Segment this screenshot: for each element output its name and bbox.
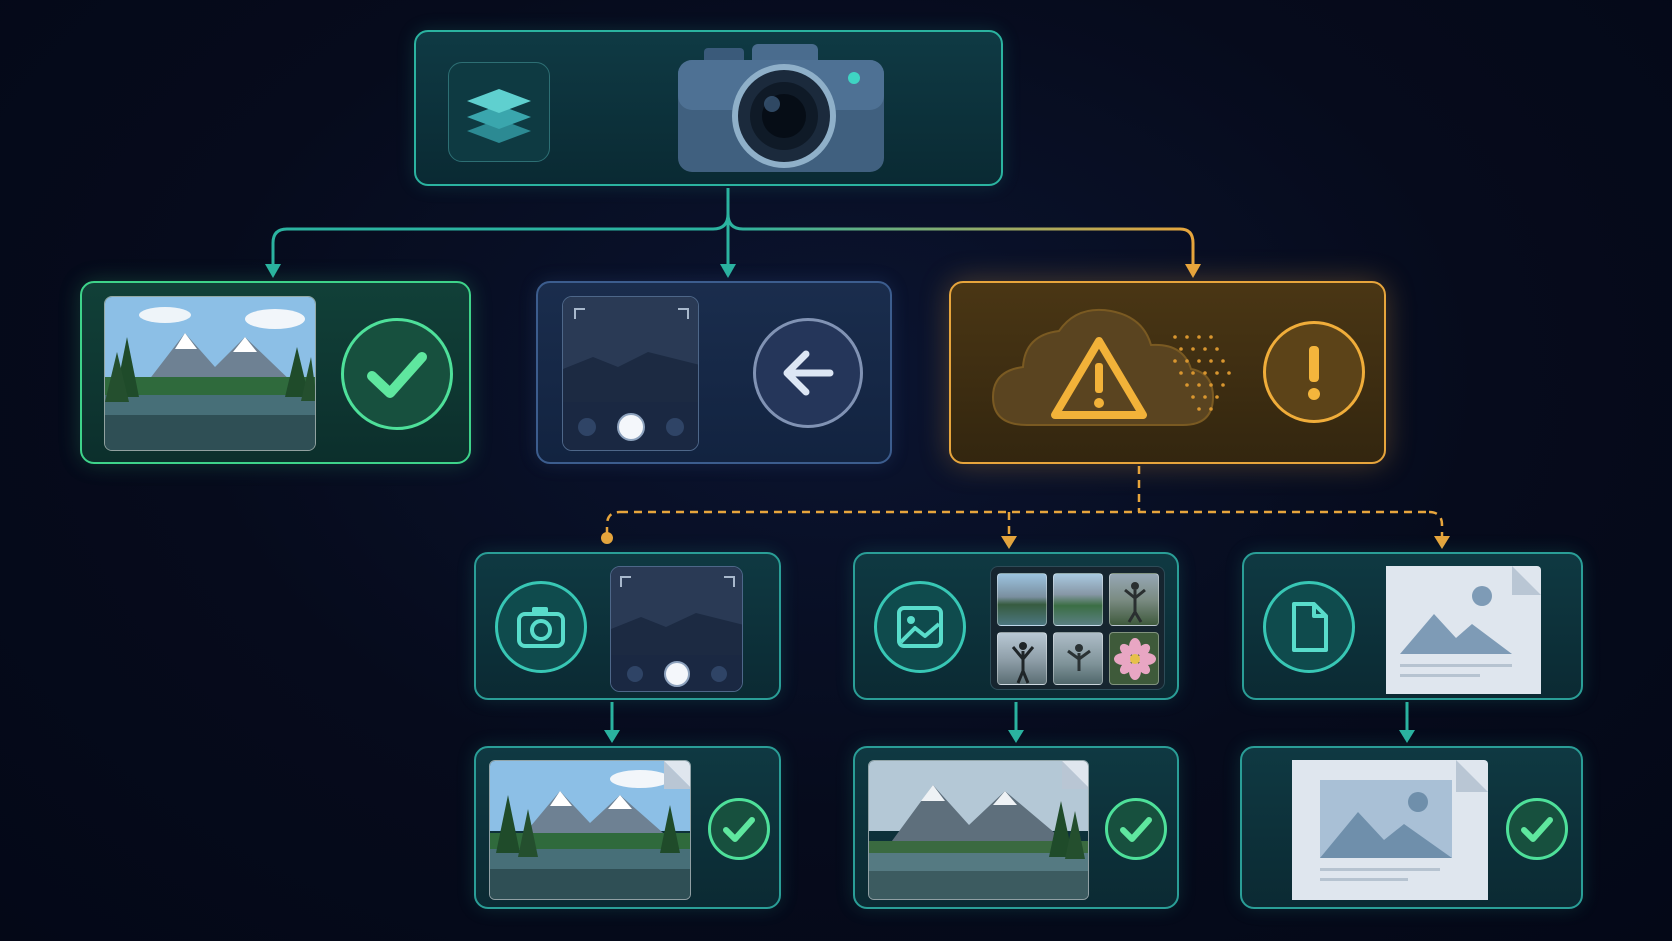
gallery-result-node bbox=[853, 746, 1179, 909]
check-icon bbox=[341, 318, 453, 430]
warning-node bbox=[949, 281, 1386, 464]
landscape-photo bbox=[104, 296, 316, 451]
photo-grid bbox=[990, 566, 1165, 690]
landscape-photo bbox=[868, 760, 1089, 900]
image-document bbox=[1292, 760, 1488, 900]
back-arrow-icon bbox=[753, 318, 863, 428]
camera-result-node bbox=[474, 746, 781, 909]
success-node bbox=[80, 281, 471, 464]
file-option-node[interactable] bbox=[1242, 552, 1583, 700]
camera-icon bbox=[495, 581, 587, 673]
file-icon bbox=[1263, 581, 1355, 673]
thumbnail bbox=[1109, 632, 1159, 685]
thumbnail bbox=[1053, 573, 1103, 626]
layers-icon bbox=[467, 89, 531, 143]
cancelled-node bbox=[536, 281, 892, 464]
thumbnail bbox=[1053, 632, 1103, 685]
particle-dots bbox=[1173, 335, 1231, 411]
layers-icon-tile bbox=[448, 62, 550, 162]
flow-diagram bbox=[0, 0, 1672, 941]
check-icon bbox=[708, 798, 770, 860]
landscape-photo bbox=[489, 760, 691, 900]
check-icon bbox=[1506, 798, 1568, 860]
thumbnail bbox=[997, 573, 1047, 626]
thumbnail bbox=[1109, 573, 1159, 626]
camera-viewfinder bbox=[562, 296, 699, 451]
camera-viewfinder bbox=[610, 566, 743, 692]
camera-option-node[interactable] bbox=[474, 552, 781, 700]
image-document bbox=[1386, 566, 1541, 694]
root-node bbox=[414, 30, 1003, 186]
file-result-node bbox=[1240, 746, 1583, 909]
exclamation-icon bbox=[1263, 321, 1365, 423]
gallery-option-node[interactable] bbox=[853, 552, 1179, 700]
thumbnail bbox=[997, 632, 1047, 685]
image-icon bbox=[874, 581, 966, 673]
check-icon bbox=[1105, 798, 1167, 860]
camera-icon bbox=[678, 44, 884, 172]
